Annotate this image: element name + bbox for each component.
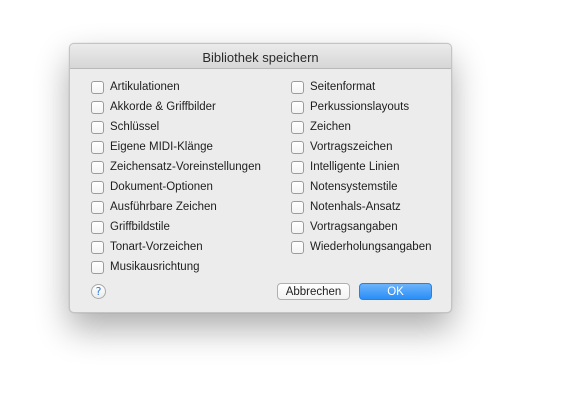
option-eigene-midi-klaenge[interactable]: Eigene MIDI-Klänge <box>91 137 261 157</box>
option-label: Akkorde & Griffbilder <box>110 101 216 113</box>
option-label: Notensystemstile <box>310 181 398 193</box>
checkbox[interactable] <box>291 220 304 234</box>
option-label: Griffbildstile <box>110 221 170 233</box>
options-column-left: Artikulationen Akkorde & Griffbilder Sch… <box>91 77 261 277</box>
checkbox[interactable] <box>291 180 304 194</box>
ok-button[interactable]: OK <box>359 283 432 300</box>
option-label: Perkussionslayouts <box>310 101 410 113</box>
checkbox[interactable] <box>291 140 304 154</box>
option-dokument-optionen[interactable]: Dokument-Optionen <box>91 177 261 197</box>
option-label: Ausführbare Zeichen <box>110 201 217 213</box>
dialog-titlebar: Bibliothek speichern <box>70 44 451 69</box>
option-schluessel[interactable]: Schlüssel <box>91 117 261 137</box>
checkbox[interactable] <box>91 160 104 174</box>
checkbox[interactable] <box>291 80 304 94</box>
option-label: Eigene MIDI-Klänge <box>110 141 213 153</box>
option-label: Tonart-Vorzeichen <box>110 241 203 253</box>
option-akkorde-griffbilder[interactable]: Akkorde & Griffbilder <box>91 97 261 117</box>
option-griffbildstile[interactable]: Griffbildstile <box>91 217 261 237</box>
checkbox[interactable] <box>91 180 104 194</box>
checkbox[interactable] <box>91 260 104 274</box>
option-tonart-vorzeichen[interactable]: Tonart-Vorzeichen <box>91 237 261 257</box>
help-icon: ? <box>95 285 102 298</box>
option-label: Notenhals-Ansatz <box>310 201 401 213</box>
option-artikulationen[interactable]: Artikulationen <box>91 77 261 97</box>
save-library-dialog: Bibliothek speichern Artikulationen Akko… <box>69 43 452 313</box>
option-notenhals-ansatz[interactable]: Notenhals-Ansatz <box>291 197 431 217</box>
checkbox[interactable] <box>291 240 304 254</box>
option-label: Intelligente Linien <box>310 161 400 173</box>
option-seitenformat[interactable]: Seitenformat <box>291 77 431 97</box>
checkbox[interactable] <box>91 220 104 234</box>
option-label: Seitenformat <box>310 81 376 93</box>
option-perkussionslayouts[interactable]: Perkussionslayouts <box>291 97 431 117</box>
checkbox[interactable] <box>91 200 104 214</box>
option-zeichen[interactable]: Zeichen <box>291 117 431 137</box>
option-vortragsangaben[interactable]: Vortragsangaben <box>291 217 431 237</box>
option-label: Artikulationen <box>110 81 180 93</box>
checkbox[interactable] <box>91 240 104 254</box>
option-label: Wiederholungsangaben <box>310 241 432 253</box>
option-musikausrichtung[interactable]: Musikausrichtung <box>91 257 261 277</box>
checkbox[interactable] <box>291 120 304 134</box>
checkbox[interactable] <box>91 120 104 134</box>
checkbox[interactable] <box>291 100 304 114</box>
checkbox[interactable] <box>91 80 104 94</box>
option-label: Vortragsangaben <box>310 221 398 233</box>
option-label: Vortragszeichen <box>310 141 393 153</box>
option-label: Musikausrichtung <box>110 261 200 273</box>
option-label: Zeichensatz-Voreinstellungen <box>110 161 261 173</box>
checkbox[interactable] <box>91 100 104 114</box>
option-label: Schlüssel <box>110 121 160 133</box>
option-ausfuehrbare-zeichen[interactable]: Ausführbare Zeichen <box>91 197 261 217</box>
option-zeichensatz-voreinstellungen[interactable]: Zeichensatz-Voreinstellungen <box>91 157 261 177</box>
option-notensystemstile[interactable]: Notensystemstile <box>291 177 431 197</box>
checkbox[interactable] <box>91 140 104 154</box>
option-label: Zeichen <box>310 121 351 133</box>
option-label: Dokument-Optionen <box>110 181 213 193</box>
checkbox[interactable] <box>291 160 304 174</box>
options-column-right: Seitenformat Perkussionslayouts Zeichen … <box>291 77 431 257</box>
option-intelligente-linien[interactable]: Intelligente Linien <box>291 157 431 177</box>
help-button[interactable]: ? <box>91 284 106 299</box>
checkbox[interactable] <box>291 200 304 214</box>
cancel-button[interactable]: Abbrechen <box>277 283 350 300</box>
option-vortragszeichen[interactable]: Vortragszeichen <box>291 137 431 157</box>
option-wiederholungsangaben[interactable]: Wiederholungsangaben <box>291 237 431 257</box>
dialog-title: Bibliothek speichern <box>202 49 319 65</box>
